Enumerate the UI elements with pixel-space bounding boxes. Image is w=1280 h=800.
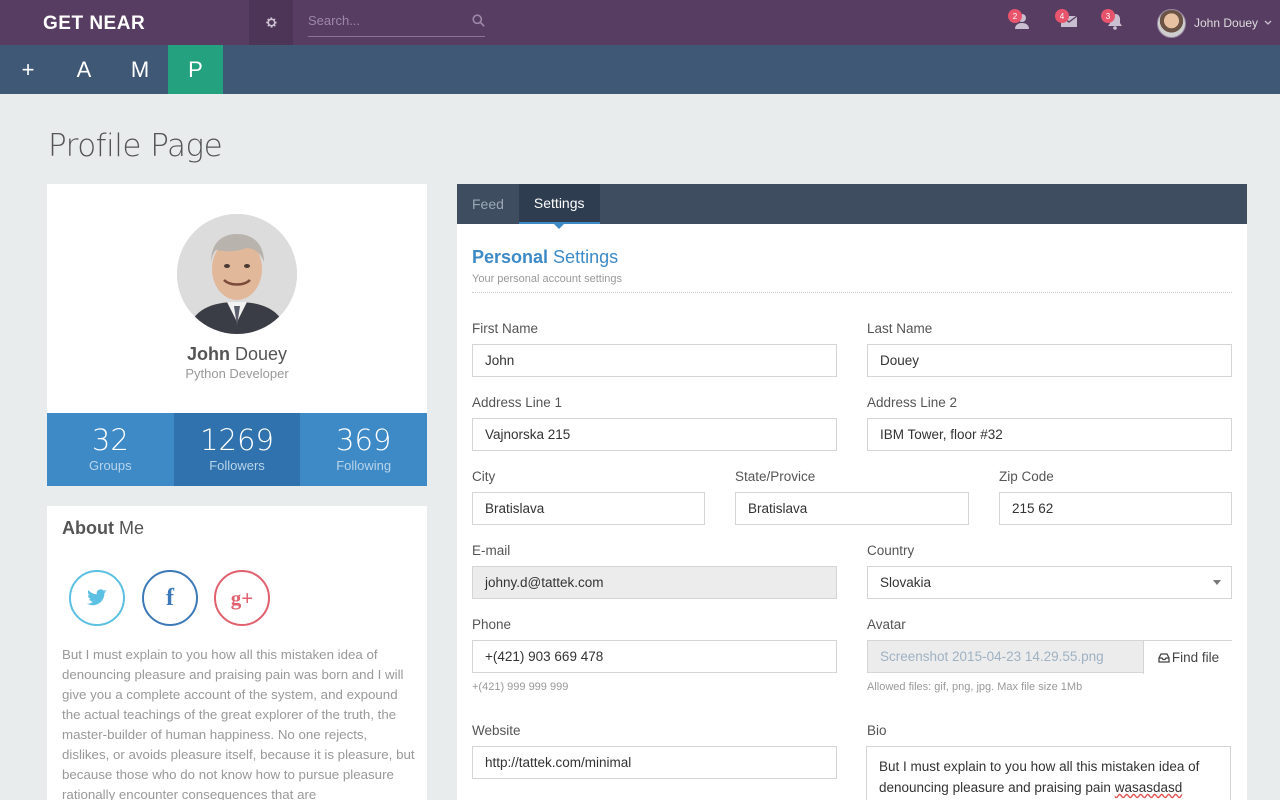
city-field[interactable]: Bratislava bbox=[472, 492, 705, 525]
address1-field[interactable]: Vajnorska 215 bbox=[472, 418, 837, 451]
website-label: Website bbox=[472, 723, 521, 738]
address1-label: Address Line 1 bbox=[472, 395, 563, 410]
gear-icon bbox=[265, 17, 277, 28]
last-name-label: Last Name bbox=[867, 321, 933, 336]
first-name-label: First Name bbox=[472, 321, 539, 336]
website-field[interactable]: http://tattek.com/minimal bbox=[472, 746, 837, 779]
notification-count-badge: 2 bbox=[1008, 9, 1022, 23]
zip-label: Zip Code bbox=[999, 469, 1054, 484]
tab-settings[interactable]: Settings bbox=[518, 184, 600, 229]
avatar bbox=[1157, 8, 1186, 38]
find-file-label: Find file bbox=[1171, 650, 1220, 665]
country-label: Country bbox=[867, 543, 915, 558]
stat-following[interactable]: 369 Following bbox=[300, 413, 428, 486]
settings-panel: Feed Settings Personal Settings Your per… bbox=[457, 184, 1247, 800]
city-label: City bbox=[472, 469, 496, 484]
inbox-icon bbox=[1158, 652, 1170, 663]
phone-label: Phone bbox=[472, 617, 512, 632]
stat-value: 32 bbox=[91, 423, 129, 457]
profile-role: Python Developer bbox=[185, 366, 289, 381]
nav-item-p[interactable]: P bbox=[168, 45, 223, 94]
search-icon[interactable] bbox=[472, 14, 485, 27]
settings-button[interactable] bbox=[249, 0, 293, 45]
avatar-file-name: Screenshot 2015-04-23 14.29.55.png bbox=[880, 649, 1104, 664]
nav-item-m[interactable]: M bbox=[112, 45, 168, 94]
google-plus-icon: g+ bbox=[230, 585, 254, 610]
stat-label: Following bbox=[336, 458, 392, 473]
bio-label: Bio bbox=[867, 723, 887, 738]
email-field: johny.d@tattek.com bbox=[472, 566, 837, 599]
address2-field[interactable]: IBM Tower, floor #32 bbox=[867, 418, 1232, 451]
twitter-button[interactable] bbox=[69, 570, 125, 626]
profile-photo bbox=[177, 214, 297, 334]
message-count-badge: 4 bbox=[1055, 9, 1069, 23]
user-name: John Douey bbox=[1194, 16, 1259, 30]
alert-count-badge: 3 bbox=[1101, 9, 1115, 23]
search-box bbox=[308, 8, 485, 37]
address2-label: Address Line 2 bbox=[867, 395, 958, 410]
profile-avatar bbox=[177, 214, 297, 334]
alerts[interactable]: 3 bbox=[1101, 9, 1127, 34]
app-navbar: + A M P bbox=[0, 45, 1280, 94]
profile-card: John Douey Python Developer bbox=[47, 184, 427, 413]
section-subtitle: Your personal account settings bbox=[472, 273, 623, 285]
bio-misspelled-word: wasasdasd bbox=[1114, 780, 1183, 795]
facebook-button[interactable]: f bbox=[142, 570, 198, 626]
user-notifications[interactable]: 2 bbox=[1008, 9, 1034, 34]
phone-field[interactable]: +(421) 903 669 478 bbox=[472, 640, 837, 673]
page-title: Profile Page bbox=[48, 128, 223, 164]
profile-stats: 32 Groups 1269 Followers 369 Following bbox=[47, 413, 428, 486]
stat-label: Groups bbox=[89, 458, 132, 473]
about-title: About Me bbox=[62, 518, 144, 539]
zip-field[interactable]: 215 62 bbox=[999, 492, 1232, 525]
facebook-icon: f bbox=[166, 584, 174, 611]
bio-textarea[interactable]: But I must explain to you how all this m… bbox=[866, 746, 1231, 800]
section-divider bbox=[472, 292, 1232, 293]
google-plus-button[interactable]: g+ bbox=[214, 570, 270, 626]
dropdown-arrow-icon bbox=[1213, 580, 1221, 585]
email-label: E-mail bbox=[472, 543, 511, 558]
state-field[interactable]: Bratislava bbox=[735, 492, 969, 525]
panel-tabs: Feed Settings bbox=[457, 184, 1247, 229]
brand-logo[interactable]: GET NEAR bbox=[0, 0, 249, 45]
profile-name: John Douey bbox=[47, 344, 427, 365]
nav-add-button[interactable]: + bbox=[0, 45, 56, 94]
about-card: About Me f g+ But I must explain to you … bbox=[47, 506, 427, 800]
avatar-help: Allowed files: gif, png, jpg. Max file s… bbox=[867, 681, 1083, 693]
search-input[interactable] bbox=[308, 8, 458, 28]
state-label: State/Provice bbox=[735, 469, 816, 484]
stat-label: Followers bbox=[209, 458, 265, 473]
stat-followers[interactable]: 1269 Followers bbox=[173, 413, 301, 486]
phone-help: +(421) 999 999 999 bbox=[472, 681, 569, 693]
top-bar: GET NEAR 2 4 3 John Douey bbox=[0, 0, 1280, 45]
about-title-bold: About bbox=[62, 518, 114, 538]
profile-first-name: John bbox=[186, 344, 230, 364]
section-title-bold: Personal bbox=[472, 247, 549, 267]
last-name-field[interactable]: Douey bbox=[867, 344, 1232, 377]
stat-value: 1269 bbox=[200, 423, 274, 457]
stat-groups[interactable]: 32 Groups bbox=[47, 413, 174, 486]
about-title-rest: Me bbox=[113, 518, 144, 538]
first-name-field[interactable]: John bbox=[472, 344, 837, 377]
about-text: But I must explain to you how all this m… bbox=[62, 647, 415, 800]
user-menu[interactable]: John Douey bbox=[1157, 8, 1272, 38]
nav-item-a[interactable]: A bbox=[56, 45, 112, 94]
find-file-button[interactable]: Find file bbox=[1143, 641, 1233, 674]
stat-value: 369 bbox=[336, 423, 392, 457]
section-title-rest: Settings bbox=[548, 247, 619, 267]
chevron-down-icon bbox=[1264, 20, 1272, 25]
tab-feed[interactable]: Feed bbox=[457, 184, 519, 224]
country-select[interactable]: Slovakia bbox=[867, 566, 1232, 599]
country-value: Slovakia bbox=[880, 575, 932, 590]
avatar-label: Avatar bbox=[867, 617, 906, 632]
profile-last-name: Douey bbox=[234, 344, 288, 364]
avatar-file-field[interactable]: Screenshot 2015-04-23 14.29.55.png Find … bbox=[867, 640, 1233, 674]
section-title: Personal Settings bbox=[472, 247, 618, 268]
twitter-icon bbox=[86, 589, 107, 606]
messages[interactable]: 4 bbox=[1055, 9, 1081, 34]
